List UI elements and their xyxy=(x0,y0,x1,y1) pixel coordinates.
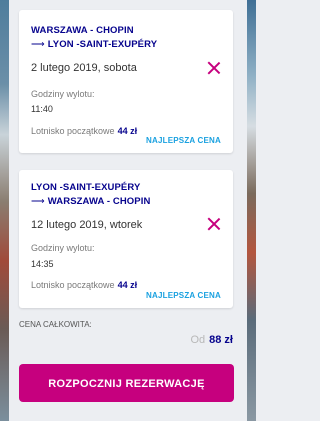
departure-time-label: Godziny wylotu: xyxy=(31,243,95,253)
route-arrow-icon: ⟶ xyxy=(31,196,45,207)
destination-row: ⟶ LYON -SAINT-EXUPÉRY xyxy=(31,39,157,50)
departure-time-label: Godziny wylotu: xyxy=(31,89,95,99)
best-price-badge: NAJLEPSZA CENA xyxy=(146,136,221,145)
destination-airport: WARSZAWA - CHOPIN xyxy=(47,196,151,207)
origin-airport: WARSZAWA - CHOPIN xyxy=(31,25,134,36)
booking-summary-panel: WARSZAWA - CHOPIN ⟶ LYON -SAINT-EXUPÉRY 2… xyxy=(9,0,247,421)
background-photo-left-edge xyxy=(0,0,9,421)
total-price-label: CENA CAŁKOWITA: xyxy=(19,320,92,329)
route-arrow-icon: ⟶ xyxy=(31,39,45,50)
best-price-badge: NAJLEPSZA CENA xyxy=(146,291,221,300)
airport-price-row: Lotnisko początkowe 44 zł xyxy=(31,126,137,136)
flight-date: 2 lutego 2019, sobota xyxy=(31,62,137,74)
background-photo-right-edge xyxy=(247,0,256,421)
start-booking-button[interactable]: ROZPOCZNIJ REZERWACJĘ xyxy=(19,364,234,402)
airport-price-row: Lotnisko początkowe 44 zł xyxy=(31,280,137,290)
flight-card-return: LYON -SAINT-EXUPÉRY ⟶ WARSZAWA - CHOPIN 1… xyxy=(19,170,233,308)
departure-time: 11:40 xyxy=(31,104,53,114)
destination-row: ⟶ WARSZAWA - CHOPIN xyxy=(31,196,150,207)
departure-time: 14:35 xyxy=(31,259,54,269)
total-price: Od 88 zł xyxy=(190,334,233,346)
close-x-icon[interactable] xyxy=(207,61,221,75)
close-x-icon[interactable] xyxy=(207,217,221,231)
flight-date: 12 lutego 2019, wtorek xyxy=(31,219,143,231)
origin-airport: LYON -SAINT-EXUPÉRY xyxy=(31,182,141,193)
total-price-amount: 88 zł xyxy=(209,334,233,346)
airport-label: Lotnisko początkowe xyxy=(31,280,115,290)
airport-label: Lotnisko początkowe xyxy=(31,126,115,136)
flight-price: 44 zł xyxy=(117,126,138,136)
total-price-prefix: Od xyxy=(190,334,206,346)
flight-price: 44 zł xyxy=(117,280,138,290)
flight-card-outbound: WARSZAWA - CHOPIN ⟶ LYON -SAINT-EXUPÉRY 2… xyxy=(19,10,233,153)
destination-airport: LYON -SAINT-EXUPÉRY xyxy=(47,39,158,50)
